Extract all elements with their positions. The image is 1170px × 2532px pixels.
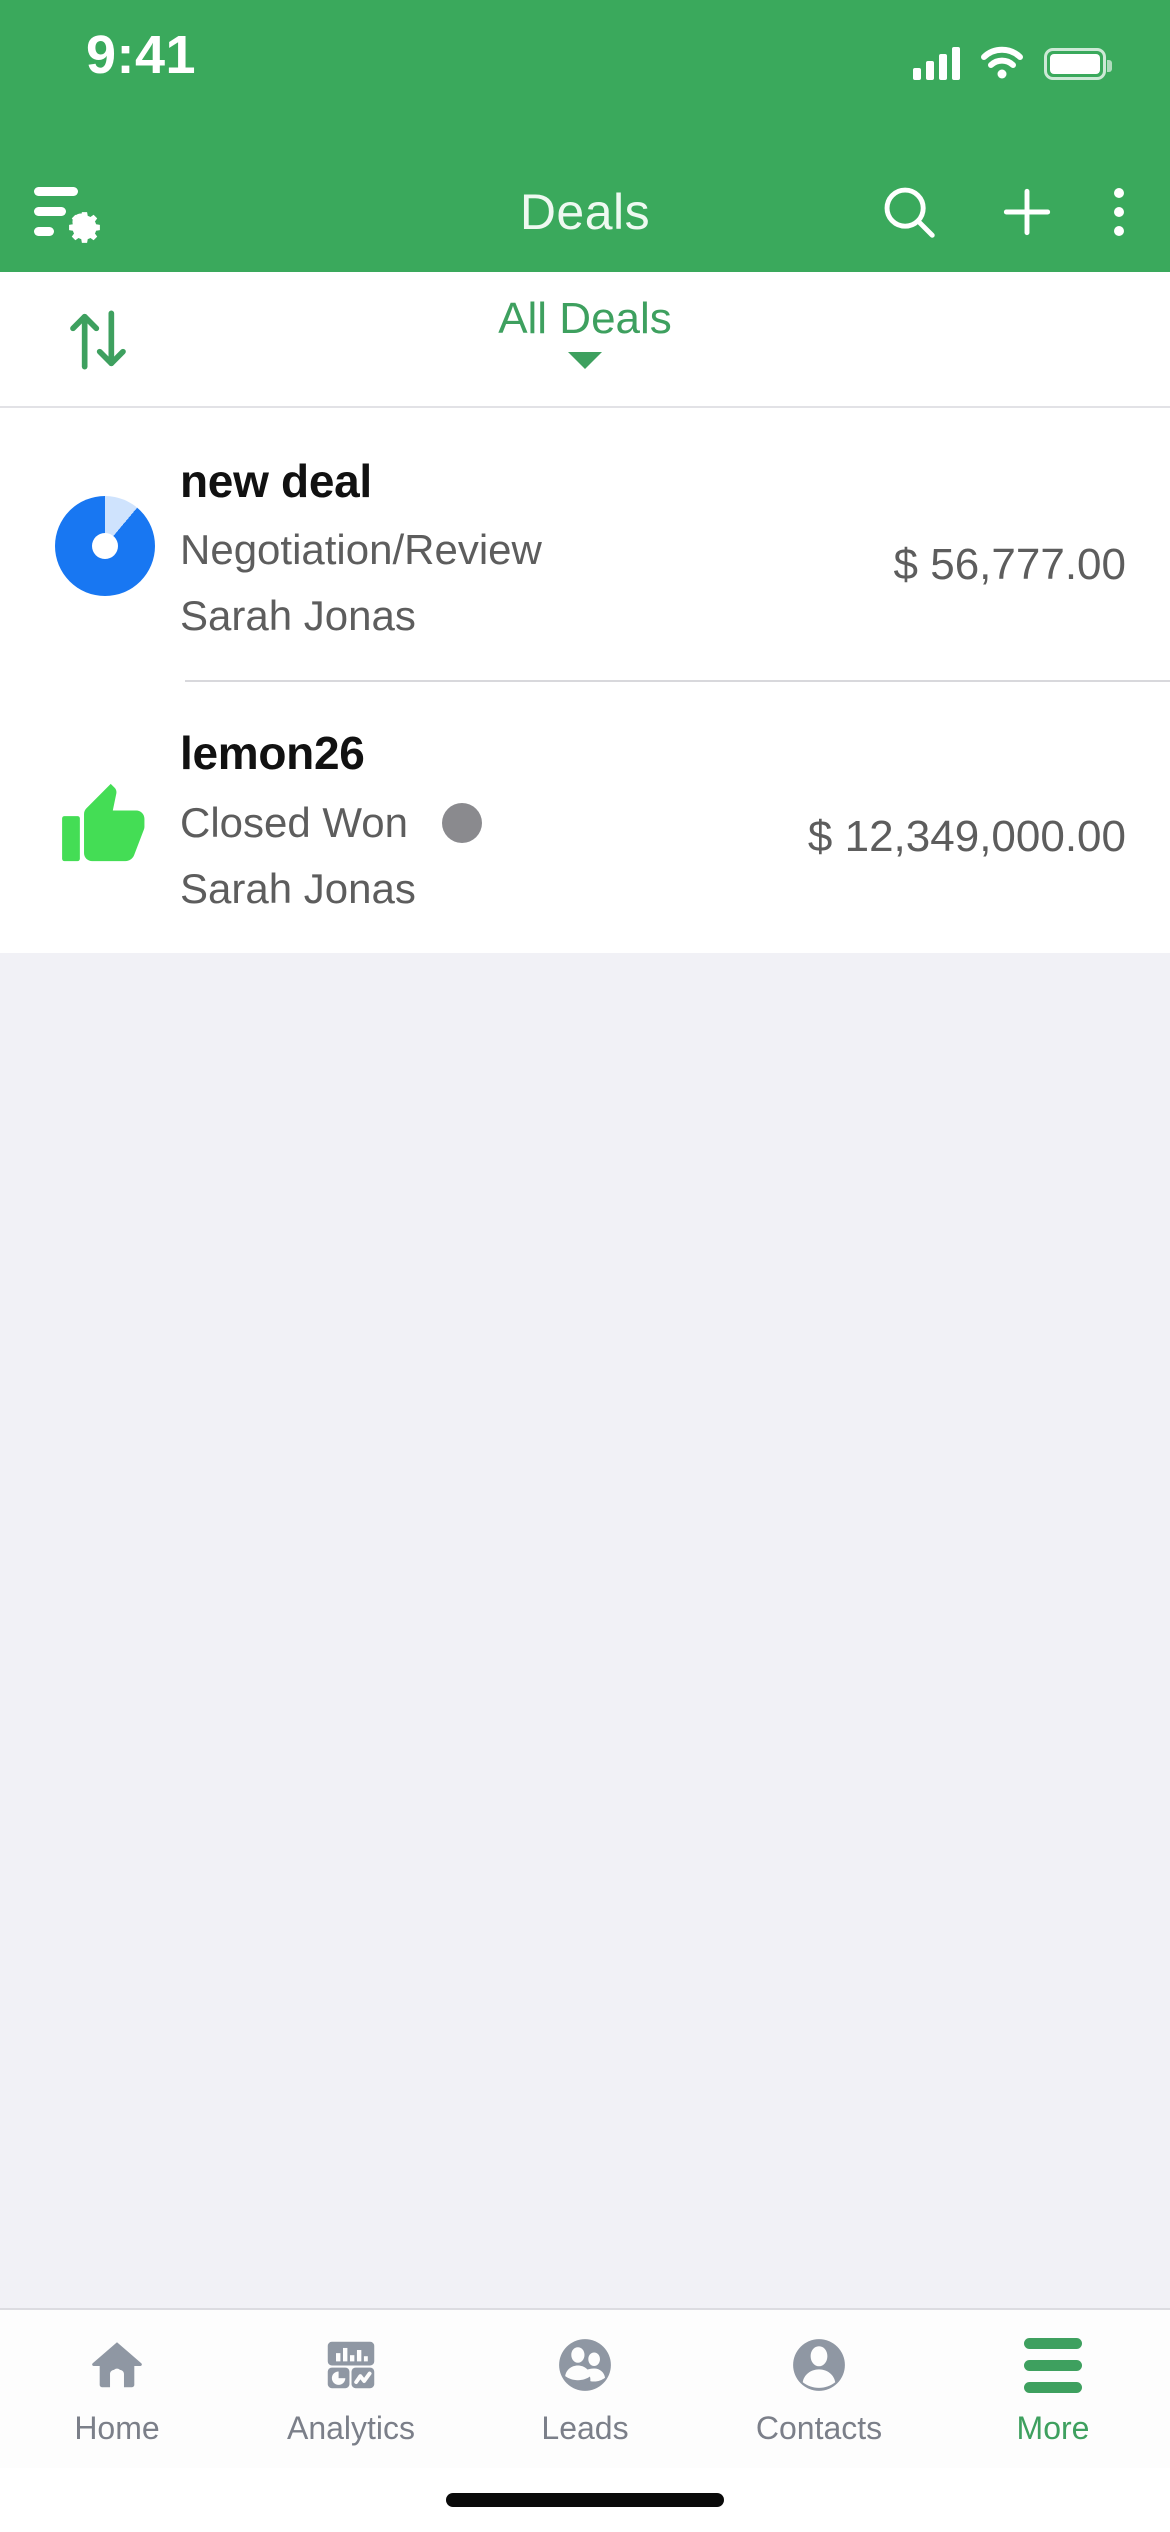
tab-label: Leads xyxy=(541,2410,629,2446)
deal-list: new deal Negotiation/Review Sarah Jonas … xyxy=(0,408,1170,953)
deal-amount: $ 12,349,000.00 xyxy=(807,812,1126,862)
search-icon[interactable] xyxy=(878,181,940,243)
status-time: 9:41 xyxy=(86,25,197,85)
deal-details: lemon26 Closed Won Sarah Jonas xyxy=(180,726,784,912)
status-bar: 9:41 xyxy=(0,0,1170,152)
table-row[interactable]: lemon26 Closed Won Sarah Jonas $ 12,349,… xyxy=(0,680,1170,952)
deal-stage-row: Closed Won xyxy=(180,799,784,847)
add-icon[interactable] xyxy=(996,181,1058,243)
deal-title: new deal xyxy=(180,455,372,507)
deal-stage: Closed Won xyxy=(180,798,409,846)
table-row[interactable]: new deal Negotiation/Review Sarah Jonas … xyxy=(0,408,1170,680)
tab-contacts[interactable]: Contacts xyxy=(702,2332,936,2447)
filter-bar: All Deals xyxy=(0,272,1170,408)
hamburger-icon xyxy=(1024,2332,1082,2398)
status-badge xyxy=(442,802,483,843)
cellular-signal-icon xyxy=(913,46,960,80)
deal-title: lemon26 xyxy=(180,727,365,780)
tab-home[interactable]: Home xyxy=(0,2332,234,2447)
view-picker[interactable]: All Deals xyxy=(0,294,1170,369)
home-indicator xyxy=(0,2468,1170,2532)
empty-list-area xyxy=(0,952,1170,2308)
bottom-tab-bar: Home Analytics Leads Contacts More xyxy=(0,2308,1170,2468)
app-bar: Deals xyxy=(0,152,1170,272)
view-picker-label: All Deals xyxy=(498,294,672,343)
app-bar-actions xyxy=(878,181,1124,243)
leads-icon xyxy=(552,2332,618,2398)
status-indicators xyxy=(913,30,1112,80)
tab-leads[interactable]: Leads xyxy=(468,2332,702,2447)
phone-screen: 9:41 Deals All Deals new deal Negotiatio… xyxy=(0,0,1170,2532)
contacts-icon xyxy=(786,2332,852,2398)
deal-details: new deal Negotiation/Review Sarah Jonas xyxy=(180,454,870,640)
chevron-down-icon xyxy=(568,352,602,369)
pie-progress-icon xyxy=(30,454,180,596)
battery-icon xyxy=(1044,48,1112,80)
deal-amount: $ 56,777.00 xyxy=(893,540,1126,589)
home-indicator-bar xyxy=(446,2493,724,2507)
analytics-icon xyxy=(320,2332,382,2398)
overflow-menu-icon[interactable] xyxy=(1114,188,1124,236)
thumbs-up-icon xyxy=(30,726,180,872)
wifi-icon xyxy=(980,46,1024,80)
home-icon xyxy=(86,2332,148,2398)
tab-label: Contacts xyxy=(755,2410,883,2446)
tab-more[interactable]: More xyxy=(936,2332,1170,2447)
tab-label: Home xyxy=(74,2410,160,2446)
deal-stage: Negotiation/Review xyxy=(180,526,542,574)
deal-owner: Sarah Jonas xyxy=(180,864,416,912)
tab-label: More xyxy=(1016,2410,1090,2446)
deal-owner: Sarah Jonas xyxy=(180,592,416,640)
tab-label: Analytics xyxy=(286,2410,416,2446)
deal-stage-row: Negotiation/Review xyxy=(180,526,870,574)
tab-analytics[interactable]: Analytics xyxy=(234,2332,468,2447)
